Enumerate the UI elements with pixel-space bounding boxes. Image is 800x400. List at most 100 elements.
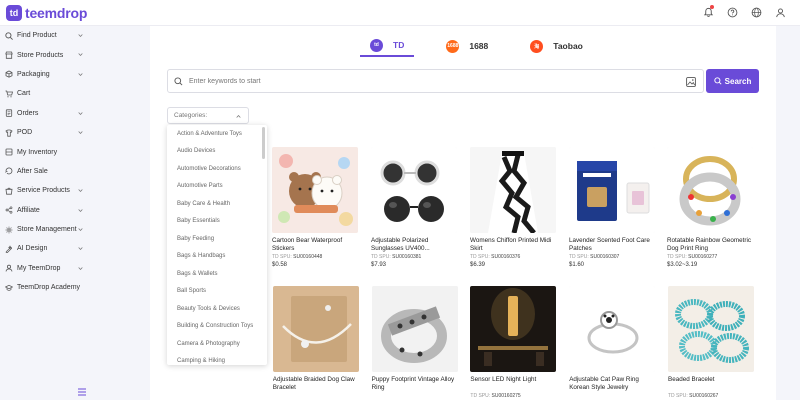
sidebar-item-pod[interactable]: POD xyxy=(0,123,92,142)
image-search-icon[interactable] xyxy=(686,77,696,87)
category-option[interactable]: Camera & Photography xyxy=(167,335,267,353)
main-content: td TD 1688 1688 淘 Taobao Search Categories: A… xyxy=(150,26,776,400)
product-image[interactable] xyxy=(272,147,358,233)
spu-label: TD SPU: xyxy=(569,254,589,260)
spu-value: SU00160277 xyxy=(688,254,718,260)
brand-logo[interactable]: td teemdrop xyxy=(6,5,87,21)
product-card[interactable]: Adjustable Cat Paw Ring Korean Style Jew… xyxy=(569,286,656,392)
chevron-down-icon xyxy=(78,131,83,135)
product-spu: TD SPU: SU00160277 xyxy=(667,254,753,260)
sidebar-item-label: Store Products xyxy=(17,51,64,59)
category-option[interactable]: Audio Devices xyxy=(167,143,267,161)
product-name[interactable]: Adjustable Cat Paw Ring Korean Style Jew… xyxy=(569,376,655,392)
category-option[interactable]: Ball Sports xyxy=(167,283,267,301)
category-option[interactable]: Baby Essentials xyxy=(167,213,267,231)
product-name[interactable]: Lavender Scented Foot Care Patches xyxy=(569,237,655,253)
sidebar-item-label: Packaging xyxy=(17,70,50,78)
product-image[interactable] xyxy=(470,147,556,233)
sidebar-item-teemdrop-academy[interactable]: TeemDrop Academy xyxy=(0,278,92,297)
product-spu: TD SPU: SU00160275 xyxy=(470,393,556,399)
product-image[interactable] xyxy=(371,147,457,233)
sidebar-item-label: My TeemDrop xyxy=(17,264,61,272)
product-name[interactable]: Puppy Footprint Vintage Alloy Ring xyxy=(372,376,458,392)
product-image[interactable] xyxy=(569,286,656,372)
sidebar-item-ai-design[interactable]: AI Design xyxy=(0,239,92,258)
categories-label: Categories: xyxy=(174,112,208,119)
globe-icon[interactable] xyxy=(750,6,762,18)
spu-label: TD SPU: xyxy=(667,254,687,260)
category-option[interactable]: Building & Construction Toys xyxy=(167,318,267,336)
chevron-down-icon xyxy=(78,111,83,115)
product-card[interactable]: Cartoon Bear Waterproof Stickers TD SPU: … xyxy=(272,147,358,268)
spu-label: TD SPU: xyxy=(470,393,491,399)
sidebar-item-label: My Inventory xyxy=(17,148,58,156)
product-name[interactable]: Womens Chiffon Printed Midi Skirt xyxy=(470,237,556,253)
category-option[interactable]: Beauty Tools & Devices xyxy=(167,300,267,318)
category-option[interactable]: Bags & Handbags xyxy=(167,248,267,266)
sidebar-item-affiliate[interactable]: Affiliate xyxy=(0,201,92,220)
sidebar-item-find-product[interactable]: Find Product xyxy=(0,26,92,45)
product-name[interactable]: Cartoon Bear Waterproof Stickers xyxy=(272,237,358,253)
product-card[interactable]: Adjustable Braided Dog Claw Bracelet xyxy=(272,286,359,392)
category-option[interactable]: Bags & Wallets xyxy=(167,265,267,283)
product-name[interactable]: Sensor LED Night Light xyxy=(470,376,556,392)
sidebar-item-store-management[interactable]: Store Management xyxy=(0,220,92,239)
sidebar-item-store-products[interactable]: Store Products xyxy=(0,45,92,64)
product-card[interactable]: Rotatable Rainbow Geometric Dog Print Ri… xyxy=(667,147,753,268)
spu-label: TD SPU: xyxy=(371,254,391,260)
tab-logo-icon: 1688 xyxy=(446,39,460,53)
tab-1688[interactable]: 1688 1688 xyxy=(436,35,498,57)
product-name[interactable]: Rotatable Rainbow Geometric Dog Print Ri… xyxy=(667,237,753,253)
sidebar-item-label: After Sale xyxy=(17,167,48,175)
tab-taobao[interactable]: 淘 Taobao xyxy=(520,35,593,57)
collapse-menu-icon[interactable] xyxy=(78,383,86,396)
product-card[interactable]: Puppy Footprint Vintage Alloy Ring xyxy=(371,286,458,392)
product-image[interactable] xyxy=(668,286,754,372)
product-image[interactable] xyxy=(272,286,359,372)
chevron-down-icon xyxy=(78,73,83,76)
sidebar-item-cart[interactable]: Cart xyxy=(0,84,92,103)
product-image[interactable] xyxy=(371,286,458,372)
bell-icon[interactable] xyxy=(702,5,714,18)
category-option[interactable]: Automotive Parts xyxy=(167,178,267,196)
category-option[interactable]: Camping & Hiking xyxy=(167,353,267,366)
product-card[interactable]: Sensor LED Night Light TD SPU: SU00160275 xyxy=(470,286,557,399)
product-card[interactable]: Womens Chiffon Printed Midi Skirt TD SPU:… xyxy=(470,147,556,268)
user-icon[interactable] xyxy=(774,6,786,18)
search-button[interactable]: Search xyxy=(706,69,759,93)
tab-label: 1688 xyxy=(469,41,489,51)
spu-label: TD SPU: xyxy=(272,254,292,260)
notification-dot xyxy=(710,5,714,9)
dropdown-scrollbar[interactable] xyxy=(262,127,265,159)
category-option[interactable]: Baby Feeding xyxy=(167,230,267,248)
product-name[interactable]: Adjustable Braided Dog Claw Bracelet xyxy=(273,376,359,392)
spu-label: TD SPU: xyxy=(668,393,688,399)
sidebar-item-after-sale[interactable]: After Sale xyxy=(0,162,92,181)
pod-icon xyxy=(5,129,13,137)
categories-dropdown: Action & Adventure Toys Audio Devices Auto… xyxy=(167,125,267,365)
sidebar-item-service-products[interactable]: Service Products xyxy=(0,181,92,200)
sidebar-item-my-inventory[interactable]: My Inventory xyxy=(0,142,92,161)
user-icon xyxy=(5,264,13,272)
sidebar-item-my-teemdrop[interactable]: My TeemDrop xyxy=(0,259,92,278)
product-name[interactable]: Beaded Bracelet xyxy=(668,376,754,392)
category-option[interactable]: Action & Adventure Toys xyxy=(167,125,267,143)
chevron-down-icon xyxy=(78,228,83,231)
search-input[interactable] xyxy=(189,75,669,88)
help-icon[interactable] xyxy=(726,6,738,18)
sidebar-item-orders[interactable]: Orders xyxy=(0,104,92,123)
product-card[interactable]: Beaded Bracelet TD SPU: SU00160267 xyxy=(668,286,754,399)
tab-td[interactable]: td TD xyxy=(360,35,415,57)
product-card[interactable]: Lavender Scented Foot Care Patches TD SPU… xyxy=(569,147,655,268)
service-icon xyxy=(5,187,13,195)
category-option[interactable]: Automotive Decorations xyxy=(167,160,267,178)
sidebar-item-packaging[interactable]: Packaging xyxy=(0,65,92,84)
product-image[interactable] xyxy=(569,147,655,233)
product-image[interactable] xyxy=(667,147,753,233)
product-name[interactable]: Adjustable Polarized Sunglasses UV400... xyxy=(371,237,457,253)
product-image[interactable] xyxy=(470,286,557,372)
product-card[interactable]: Adjustable Polarized Sunglasses UV400...… xyxy=(371,147,457,268)
chevron-down-icon xyxy=(78,34,83,38)
category-option[interactable]: Baby Care & Health xyxy=(167,195,267,213)
categories-select[interactable]: Categories: xyxy=(167,107,249,124)
